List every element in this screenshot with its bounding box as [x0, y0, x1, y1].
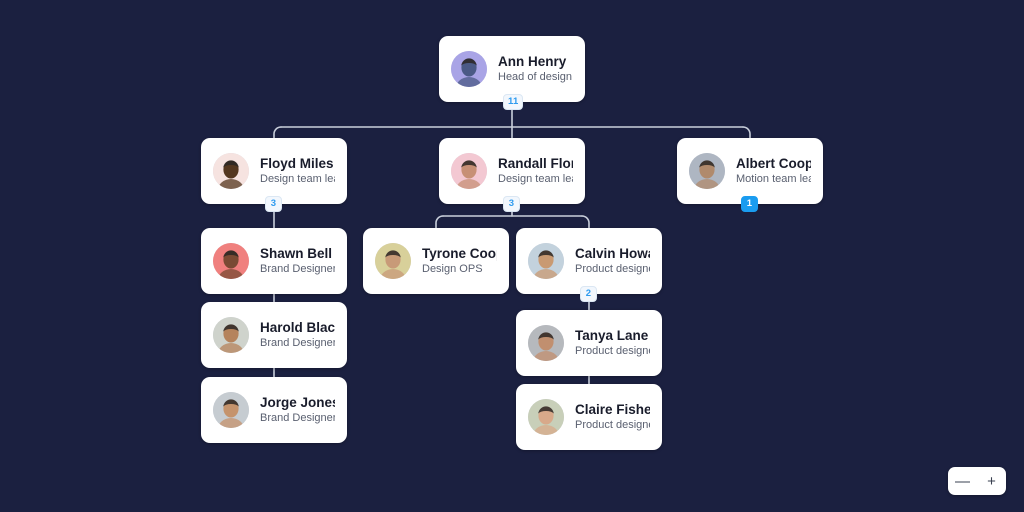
node-role: Product designer [575, 419, 650, 432]
node-text: Albert Cooper Motion team lead [736, 156, 811, 186]
org-node-floyd-miles[interactable]: Floyd Miles Design team lead [201, 138, 347, 204]
node-text: Calvin Howard Product designer [575, 246, 650, 276]
org-node-claire-fisher[interactable]: Claire Fisher Product designer [516, 384, 662, 450]
node-name: Floyd Miles [260, 156, 335, 172]
node-role: Product designer [575, 263, 650, 276]
node-role: Motion team lead [736, 173, 811, 186]
node-name: Harold Black [260, 320, 335, 336]
avatar [528, 399, 564, 435]
avatar [213, 153, 249, 189]
avatar [528, 243, 564, 279]
zoom-control[interactable]: — + [948, 467, 1006, 495]
zoom-out-button[interactable]: — [948, 467, 977, 495]
org-node-tyrone-cooper[interactable]: Tyrone Cooper Design OPS [363, 228, 509, 294]
node-name: Jorge Jones [260, 395, 335, 411]
report-count-badge-floyd-miles[interactable]: 3 [265, 196, 282, 212]
avatar-portrait [213, 392, 249, 428]
connector [274, 127, 281, 138]
avatar-portrait [213, 317, 249, 353]
report-count-badge-albert-cooper[interactable]: 1 [741, 196, 758, 212]
node-text: Harold Black Brand Designer [260, 320, 335, 350]
node-text: Ann Henry Head of design [498, 54, 572, 84]
node-role: Brand Designer [260, 263, 335, 276]
avatar-portrait [528, 325, 564, 361]
avatar-portrait [451, 51, 487, 87]
node-name: Claire Fisher [575, 402, 650, 418]
report-count-badge-ann-henry[interactable]: 11 [503, 94, 523, 110]
node-role: Brand Designer [260, 412, 335, 425]
avatar-portrait [528, 243, 564, 279]
node-text: Shawn Bell Brand Designer [260, 246, 335, 276]
node-role: Design team lead [260, 173, 335, 186]
node-text: Floyd Miles Design team lead [260, 156, 335, 186]
zoom-in-button[interactable]: + [977, 467, 1006, 495]
node-name: Tyrone Cooper [422, 246, 497, 262]
avatar [528, 325, 564, 361]
node-name: Calvin Howard [575, 246, 650, 262]
avatar [451, 51, 487, 87]
avatar [375, 243, 411, 279]
node-role: Product designer [575, 345, 650, 358]
avatar [451, 153, 487, 189]
avatar-portrait [528, 399, 564, 435]
node-name: Randall Flores [498, 156, 573, 172]
connector [743, 127, 750, 138]
org-node-shawn-bell[interactable]: Shawn Bell Brand Designer [201, 228, 347, 294]
avatar-portrait [451, 153, 487, 189]
avatar-portrait [375, 243, 411, 279]
node-text: Randall Flores Design team lead [498, 156, 573, 186]
org-node-jorge-jones[interactable]: Jorge Jones Brand Designer [201, 377, 347, 443]
node-text: Claire Fisher Product designer [575, 402, 650, 432]
node-text: Jorge Jones Brand Designer [260, 395, 335, 425]
org-chart-canvas[interactable]: Ann Henry Head of design 11 Floyd Miles … [0, 0, 1024, 512]
avatar-portrait [689, 153, 725, 189]
node-role: Head of design [498, 71, 572, 84]
avatar [213, 243, 249, 279]
avatar [689, 153, 725, 189]
connector [582, 216, 589, 228]
org-node-tanya-lane[interactable]: Tanya Lane Product designer [516, 310, 662, 376]
avatar-portrait [213, 243, 249, 279]
node-name: Albert Cooper [736, 156, 811, 172]
node-name: Tanya Lane [575, 328, 650, 344]
avatar-portrait [213, 153, 249, 189]
node-role: Design team lead [498, 173, 573, 186]
org-node-harold-black[interactable]: Harold Black Brand Designer [201, 302, 347, 368]
org-node-calvin-howard[interactable]: Calvin Howard Product designer [516, 228, 662, 294]
node-name: Ann Henry [498, 54, 572, 70]
org-node-randall-flores[interactable]: Randall Flores Design team lead [439, 138, 585, 204]
report-count-badge-calvin-howard[interactable]: 2 [580, 286, 597, 302]
node-text: Tanya Lane Product designer [575, 328, 650, 358]
org-node-albert-cooper[interactable]: Albert Cooper Motion team lead [677, 138, 823, 204]
org-node-ann-henry[interactable]: Ann Henry Head of design [439, 36, 585, 102]
node-name: Shawn Bell [260, 246, 335, 262]
node-text: Tyrone Cooper Design OPS [422, 246, 497, 276]
connector [436, 216, 443, 228]
avatar [213, 317, 249, 353]
report-count-badge-randall-flores[interactable]: 3 [503, 196, 520, 212]
node-role: Brand Designer [260, 337, 335, 350]
avatar [213, 392, 249, 428]
node-role: Design OPS [422, 263, 497, 276]
